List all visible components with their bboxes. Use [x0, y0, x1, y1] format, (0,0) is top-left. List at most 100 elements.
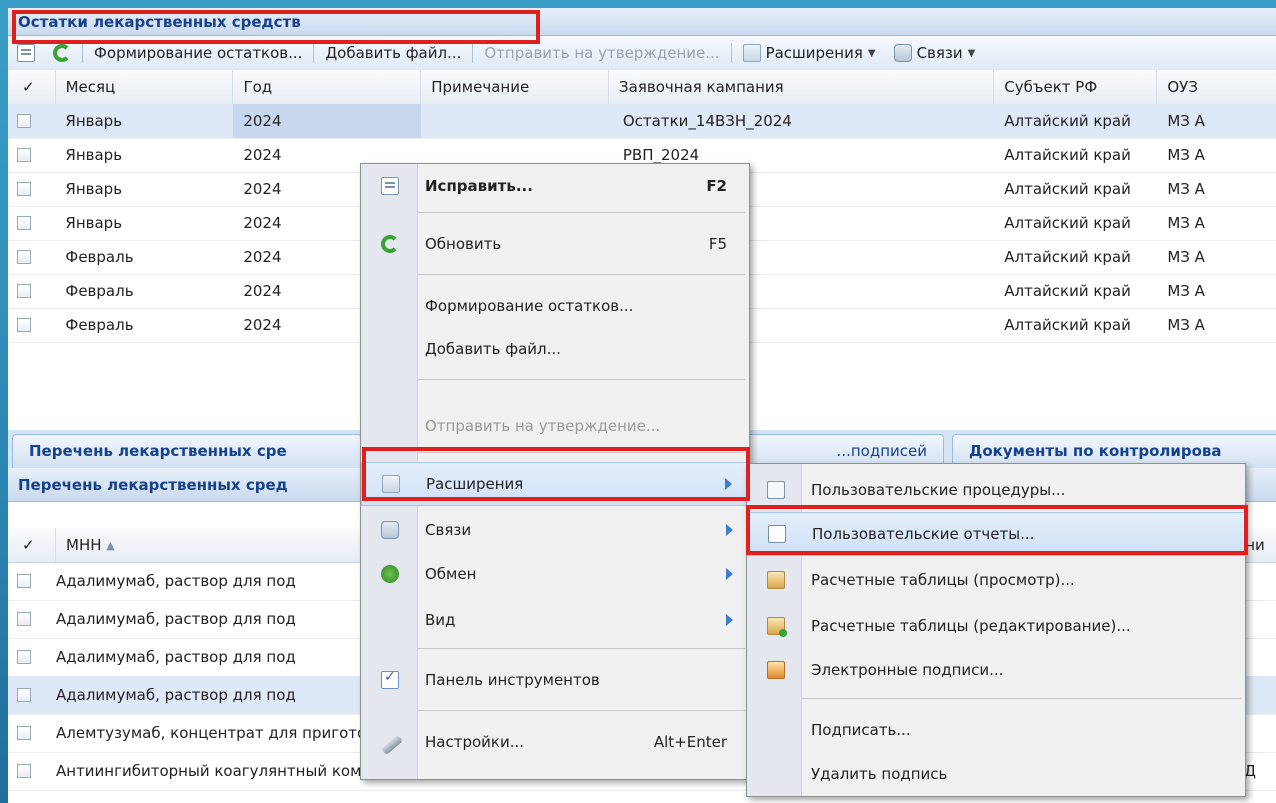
- menu-separator: [417, 710, 745, 711]
- menu-item-label: Панель инструментов: [425, 671, 600, 689]
- row-checkbox-cell: [8, 206, 55, 240]
- links-icon: [381, 521, 399, 539]
- col-header-label: Месяц: [65, 78, 116, 96]
- menu-item-refresh[interactable]: Обновить F5: [361, 222, 749, 266]
- menu-item-form-remains[interactable]: Формирование остатков...: [361, 284, 749, 328]
- form-remains-button[interactable]: Формирование остатков...: [85, 44, 311, 62]
- sub-panel-title-text: Перечень лекарственных сред: [18, 476, 288, 494]
- col-header-region[interactable]: Субъект РФ: [994, 70, 1158, 104]
- col-header-mnn[interactable]: МНН ▲: [56, 528, 356, 562]
- chevron-down-icon: ▼: [867, 47, 876, 59]
- menu-item-extensions[interactable]: Расширения: [361, 462, 749, 506]
- submenu-item-sign[interactable]: Подписать...: [747, 708, 1245, 752]
- submenu-arrow-icon: [725, 478, 732, 490]
- menu-item-toolbar-panel[interactable]: Панель инструментов: [361, 658, 749, 702]
- row-checkbox[interactable]: [17, 182, 31, 196]
- row-checkbox[interactable]: [17, 764, 31, 778]
- chevron-down-icon: ▼: [967, 47, 976, 59]
- row-checkbox[interactable]: [17, 650, 31, 664]
- row-checkbox[interactable]: [17, 216, 31, 230]
- table-cell-month: Январь: [65, 214, 123, 232]
- row-checkbox-cell: [8, 308, 55, 342]
- menu-item-shortcut: Alt+Enter: [653, 733, 727, 751]
- row-checkbox[interactable]: [17, 688, 31, 702]
- menu-item-links[interactable]: Связи: [361, 508, 749, 552]
- menu-item-label: Электронные подписи...: [811, 661, 1004, 679]
- toolbar-separator: [313, 43, 315, 63]
- menu-item-label: Подписать...: [811, 721, 911, 739]
- tab-label: ...подписей: [836, 442, 927, 460]
- panel-title-text: Остатки лекарственных средств: [18, 13, 301, 31]
- table-cell-region: Алтайский край: [1004, 180, 1131, 198]
- submenu-item-calc-edit[interactable]: Расчетные таблицы (редактирование)...: [747, 604, 1245, 648]
- context-menu: Исправить... F2 Обновить F5 Формирование…: [360, 163, 750, 780]
- table-cell-ouz: МЗ А: [1167, 214, 1205, 232]
- extensions-button[interactable]: Расширения ▼: [734, 44, 885, 62]
- procedure-icon: [767, 481, 785, 499]
- table-cell-month: Февраль: [65, 316, 134, 334]
- table-cell-mnn: Адалимумаб, раствор для под: [56, 686, 296, 704]
- toolbar: Формирование остатков... Добавить файл..…: [8, 36, 1276, 71]
- panel-title: Остатки лекарственных средств: [8, 8, 1276, 36]
- row-checkbox[interactable]: [17, 612, 31, 626]
- col-header-label: Примечание: [431, 78, 530, 96]
- table-cell-mnn: Адалимумаб, раствор для под: [56, 610, 296, 628]
- tab-drug-list[interactable]: Перечень лекарственных сре: [12, 434, 362, 468]
- links-label: Связи: [916, 44, 963, 62]
- col-header-year[interactable]: Год: [233, 70, 422, 104]
- submenu-item-procedures[interactable]: Пользовательские процедуры...: [747, 468, 1245, 512]
- send-approval-button[interactable]: Отправить на утверждение...: [475, 44, 728, 62]
- menu-item-view[interactable]: Вид: [361, 598, 749, 642]
- table-cell-month: Январь: [65, 112, 123, 130]
- table-cell-month: Февраль: [65, 248, 134, 266]
- menu-item-label: Расчетные таблицы (редактирование)...: [811, 617, 1131, 635]
- submenu-item-delete-sign[interactable]: Удалить подпись: [747, 752, 1245, 796]
- table-cell-month: Февраль: [65, 282, 134, 300]
- toolbar-separator: [472, 43, 474, 63]
- menu-item-add-file[interactable]: Добавить файл...: [361, 327, 749, 371]
- app-window: Остатки лекарственных средств Формирован…: [8, 8, 1276, 803]
- row-checkbox[interactable]: [17, 114, 31, 128]
- col-header-month[interactable]: Месяц: [56, 70, 234, 104]
- extensions-submenu: Пользовательские процедуры... Пользовате…: [746, 463, 1246, 797]
- submenu-item-signatures[interactable]: Электронные подписи...: [747, 648, 1245, 692]
- edit-icon: [381, 177, 399, 195]
- refresh-button[interactable]: [44, 44, 80, 62]
- edit-button[interactable]: [8, 44, 44, 62]
- col-header-label: МНН: [66, 536, 102, 554]
- add-file-button[interactable]: Добавить файл...: [316, 44, 470, 62]
- table-edit-icon: [767, 617, 787, 637]
- submenu-item-calc-view[interactable]: Расчетные таблицы (просмотр)...: [747, 558, 1245, 602]
- links-button[interactable]: Связи ▼: [885, 44, 985, 62]
- col-header-ouz[interactable]: ОУЗ: [1157, 70, 1276, 104]
- row-checkbox[interactable]: [17, 284, 31, 298]
- menu-separator: [801, 698, 1241, 699]
- table-cell-region: Алтайский край: [1004, 282, 1131, 300]
- table-cell-campaign: Остатки_14ВЗН_2024: [622, 112, 792, 130]
- menu-item-shortcut: F5: [708, 235, 727, 253]
- col-header-campaign[interactable]: Заявочная кампания: [609, 70, 995, 104]
- grid-header: ✓ Месяц Год Примечание Заявочная кампани…: [8, 70, 1276, 105]
- row-checkbox[interactable]: [17, 318, 31, 332]
- row-checkbox[interactable]: [17, 148, 31, 162]
- menu-item-settings[interactable]: Настройки... Alt+Enter: [361, 720, 749, 764]
- table-cell-mnn: Адалимумаб, раствор для под: [56, 572, 296, 590]
- table-cell-note: [421, 104, 609, 138]
- submenu-item-reports[interactable]: Пользовательские отчеты...: [747, 512, 1245, 556]
- extensions-icon: [742, 44, 761, 62]
- col-header-note[interactable]: Примечание: [421, 70, 610, 104]
- menu-item-edit[interactable]: Исправить... F2: [361, 164, 749, 208]
- table-cell-month: Январь: [65, 180, 123, 198]
- row-checkbox[interactable]: [17, 250, 31, 264]
- menu-item-send-approval[interactable]: Отправить на утверждение...: [361, 404, 749, 448]
- row-checkbox[interactable]: [17, 574, 31, 588]
- menu-item-exchange[interactable]: Обмен: [361, 552, 749, 596]
- menu-item-label: Добавить файл...: [425, 340, 561, 358]
- table-cell-ouz: МЗ А: [1167, 180, 1205, 198]
- row-checkbox[interactable]: [17, 726, 31, 740]
- select-all-check[interactable]: ✓: [8, 70, 56, 104]
- select-all-check[interactable]: ✓: [8, 528, 56, 562]
- menu-item-shortcut: F2: [706, 177, 727, 195]
- table-row[interactable]: Январь 2024 Остатки_14ВЗН_2024 Алтайский кр…: [8, 104, 1276, 139]
- table-cell-ouz: МЗ А: [1167, 146, 1205, 164]
